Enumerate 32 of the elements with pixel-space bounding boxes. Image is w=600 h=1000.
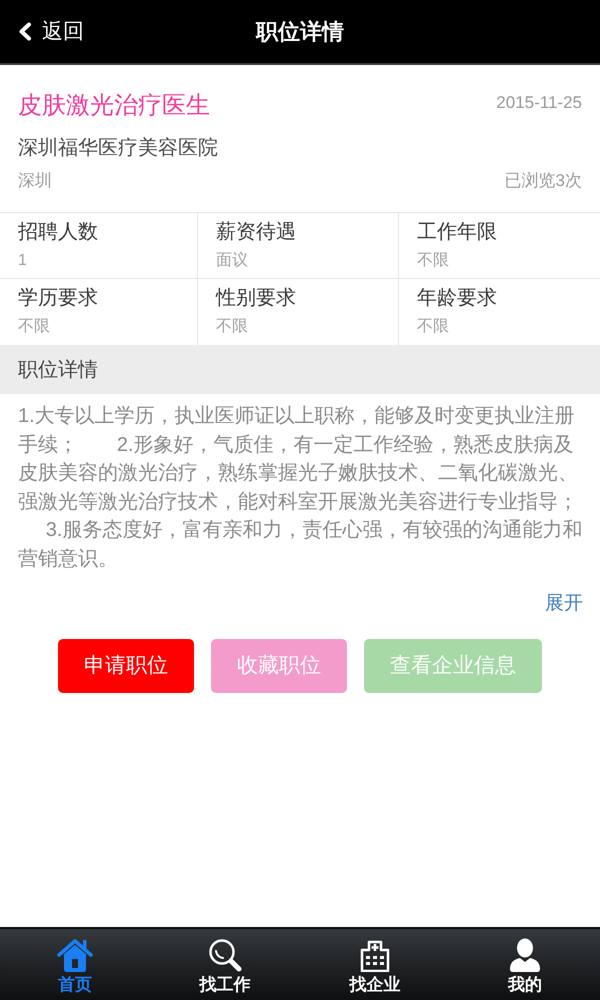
info-label: 性别要求 <box>216 286 296 311</box>
info-value: 1 <box>18 251 27 271</box>
chevron-left-icon <box>18 22 32 41</box>
city-label: 深圳 <box>18 170 52 192</box>
hospital-icon <box>358 938 392 972</box>
search-icon <box>208 938 242 972</box>
tab-button[interactable]: 找企业 <box>300 929 450 1000</box>
back-button[interactable]: 返回 <box>18 18 84 46</box>
info-label: 招聘人数 <box>18 220 98 245</box>
company-name: 深圳福华医疗美容医院 <box>18 136 218 161</box>
tab-button[interactable]: 我的 <box>450 929 600 1000</box>
info-value: 面议 <box>216 250 248 271</box>
job-title: 皮肤激光治疗医生 <box>18 91 210 121</box>
info-label: 年龄要求 <box>417 286 497 311</box>
post-date: 2015-11-25 <box>496 92 582 114</box>
info-label: 工作年限 <box>417 220 497 245</box>
tab-button[interactable]: 首页 <box>0 929 150 1000</box>
person-icon <box>509 938 541 972</box>
info-value: 不限 <box>417 251 449 271</box>
info-value: 不限 <box>216 317 248 337</box>
section-heading: 职位详情 <box>0 345 600 394</box>
description-text: 1.大专以上学历，执业医师证以上职称，能够及时变更执业注册手续； 2.形象好，气质佳，有一定工作经验，熟悉皮肤病及皮肤美容的激光治疗，熟练掌握光子嫩肤技术、二氧化碳激光、强激光等激光治疗技术，能对科室开展激光美容进行专业指导； 3.服务态度好，富有亲和力，责任心强，有较强的沟通能力和营销意识。 <box>18 404 584 572</box>
view-count: 已浏览3次 <box>504 170 582 192</box>
expand-link[interactable]: 展开 <box>545 590 583 618</box>
tab-button[interactable]: 找工作 <box>150 929 300 1000</box>
home-icon <box>57 938 93 972</box>
action-button[interactable]: 申请职位 <box>58 639 194 693</box>
info-value: 不限 <box>417 317 449 337</box>
info-label: 薪资待遇 <box>216 220 296 245</box>
page-title: 职位详情 <box>256 18 344 46</box>
info-label: 学历要求 <box>18 286 98 311</box>
info-value: 不限 <box>18 317 50 337</box>
